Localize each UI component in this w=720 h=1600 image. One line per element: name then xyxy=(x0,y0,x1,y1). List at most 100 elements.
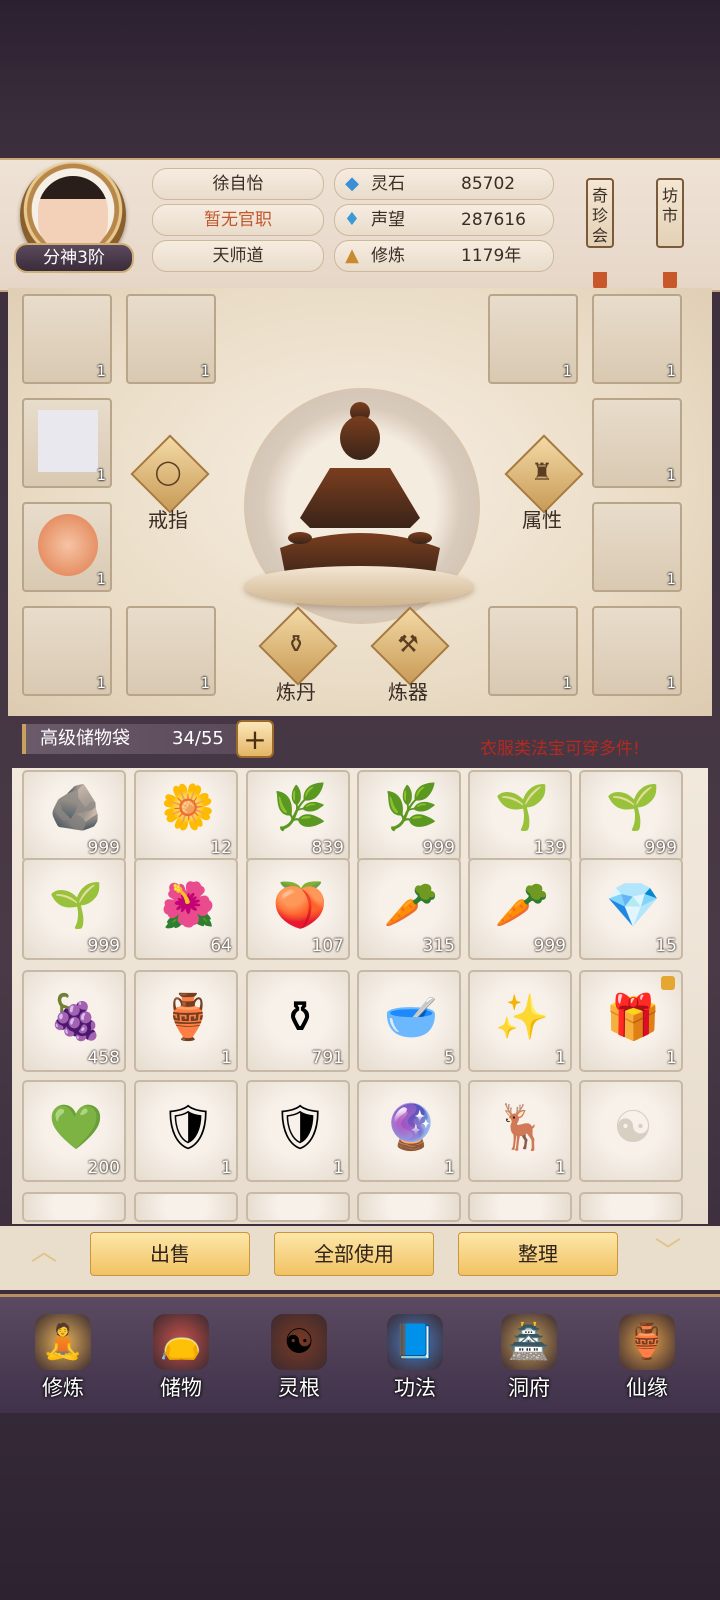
cultivation-icon: ▲ xyxy=(345,245,359,266)
dragon-ring-icon xyxy=(38,514,98,576)
inventory-slot[interactable]: 🛡 1 xyxy=(134,1080,238,1182)
item-count: 999 xyxy=(422,838,455,858)
armor-icon xyxy=(38,306,98,368)
treasure-fair-button[interactable]: 奇珍会 xyxy=(586,178,614,248)
avatar[interactable] xyxy=(38,176,108,252)
item-count: 1 xyxy=(666,1048,677,1068)
talisman-icon: 🔮 xyxy=(383,1102,439,1153)
item-count: 64 xyxy=(210,936,232,956)
use-all-button[interactable]: 全部使用 xyxy=(274,1232,434,1276)
equipment-slot[interactable]: 1 xyxy=(22,398,112,488)
inventory-slot[interactable]: 🍑 107 xyxy=(246,858,350,960)
spirit-root-icon: ☯ xyxy=(271,1314,327,1370)
equipment-slot[interactable]: 1 xyxy=(22,294,112,384)
official-title[interactable]: 暂无官职 xyxy=(152,204,324,236)
item-count: 1 xyxy=(666,362,676,380)
armor-icon xyxy=(142,306,202,368)
equipment-slot[interactable]: 1 xyxy=(126,294,216,384)
scroll-down-arrow-icon[interactable]: ﹀ xyxy=(648,1239,688,1265)
nav-item-6[interactable]: 🏺 仙缘 xyxy=(592,1298,702,1414)
purple-berry-icon: 🍇 xyxy=(48,992,104,1043)
inventory-slot[interactable] xyxy=(579,1192,683,1222)
nav-label: 灵根 xyxy=(278,1376,320,1400)
inventory-slot[interactable]: 🌱 139 xyxy=(468,770,572,862)
scroll-up-arrow-icon[interactable]: ︿ xyxy=(24,1239,64,1265)
equipment-slot[interactable]: 1 xyxy=(22,606,112,696)
inventory-slot[interactable] xyxy=(468,1192,572,1222)
inventory-slot[interactable]: 🌿 839 xyxy=(246,770,350,862)
lock-icon xyxy=(661,976,675,990)
meditating-figure-silhouette xyxy=(280,402,440,581)
inventory-slot[interactable]: ⚱ 791 xyxy=(246,970,350,1072)
inventory-slot[interactable]: 🪨 999 xyxy=(22,770,126,862)
resource-value: 85702 xyxy=(461,174,516,194)
inventory-slot[interactable]: 💚 200 xyxy=(22,1080,126,1182)
inventory-slot[interactable]: 🌼 12 xyxy=(134,770,238,862)
player-name: 徐自怡 xyxy=(152,168,324,200)
inventory-slot[interactable] xyxy=(134,1192,238,1222)
resource-spirit-stone: ◆ 灵石 85702 xyxy=(334,168,554,200)
equipment-slot[interactable]: 1 xyxy=(488,294,578,384)
item-count: 1 xyxy=(666,570,676,588)
vase-icon: ⚱ xyxy=(281,992,319,1043)
inventory-slot[interactable]: 🥣 5 xyxy=(357,970,461,1072)
item-count: 5 xyxy=(444,1048,455,1068)
storage-bag-icon: 👝 xyxy=(153,1314,209,1370)
inventory-slot[interactable]: 🛡 1 xyxy=(246,1080,350,1182)
equipment-slot[interactable]: 1 xyxy=(592,294,682,384)
nav-label: 修炼 xyxy=(42,1376,84,1400)
sort-button[interactable]: 整理 xyxy=(458,1232,618,1276)
item-count: 1 xyxy=(200,362,210,380)
spirit-bowl-icon: 🥣 xyxy=(383,992,439,1043)
inventory-slot[interactable]: 🥕 315 xyxy=(357,858,461,960)
nav-item-5[interactable]: 🏯 洞府 xyxy=(474,1298,584,1414)
inventory-slot[interactable]: 🦌 1 xyxy=(468,1080,572,1182)
inventory-slot[interactable] xyxy=(357,1192,461,1222)
reputation-icon: ♦ xyxy=(343,209,361,230)
armor-icon xyxy=(608,514,668,576)
inventory-slot[interactable]: 🌱 999 xyxy=(22,858,126,960)
equipment-slot[interactable]: 1 xyxy=(22,502,112,592)
inventory-slot[interactable]: ✨ 1 xyxy=(468,970,572,1072)
inventory-slot[interactable]: 🌿 999 xyxy=(357,770,461,862)
inventory-slot[interactable]: 💎 15 xyxy=(579,858,683,960)
item-count: 458 xyxy=(87,1048,120,1068)
equipment-slot[interactable]: 1 xyxy=(126,606,216,696)
bag-name: 高级储物袋 xyxy=(40,728,130,749)
armor-icon xyxy=(608,306,668,368)
resource-label: 灵石 xyxy=(371,174,405,194)
armor-icon xyxy=(608,410,668,472)
herb-root-icon: 🌱 xyxy=(494,782,550,833)
equipment-slot[interactable]: 1 xyxy=(592,606,682,696)
inventory-slot[interactable]: 🍇 458 xyxy=(22,970,126,1072)
inventory-slot[interactable]: 🎁 1 xyxy=(579,970,683,1072)
inventory-slot[interactable]: 🥕 999 xyxy=(468,858,572,960)
item-count: 1 xyxy=(444,1158,455,1178)
nav-label: 仙缘 xyxy=(626,1376,668,1400)
inventory-slot[interactable]: ☯ xyxy=(579,1080,683,1182)
market-button[interactable]: 坊市 xyxy=(656,178,684,248)
inventory-slot[interactable]: 🔮 1 xyxy=(357,1080,461,1182)
armor-icon xyxy=(608,618,668,680)
inventory-slot[interactable] xyxy=(246,1192,350,1222)
inventory-slot[interactable]: 🌱 999 xyxy=(579,770,683,862)
item-count: 1 xyxy=(333,1158,344,1178)
inventory-slot[interactable] xyxy=(22,1192,126,1222)
item-count: 1 xyxy=(221,1048,232,1068)
deer-icon: 🦌 xyxy=(494,1102,550,1153)
item-count: 999 xyxy=(644,838,677,858)
inventory-slot[interactable]: 🏺 1 xyxy=(134,970,238,1072)
sell-button[interactable]: 出售 xyxy=(90,1232,250,1276)
equipment-slot[interactable]: 1 xyxy=(592,398,682,488)
item-count: 315 xyxy=(422,936,455,956)
armor-icon xyxy=(142,618,202,680)
nav-item-4[interactable]: 📘 功法 xyxy=(360,1298,470,1414)
equipment-slot[interactable]: 1 xyxy=(592,502,682,592)
inventory-slot[interactable]: 🌺 64 xyxy=(134,858,238,960)
nav-item-1[interactable]: 🧘 修炼 xyxy=(8,1298,118,1414)
nav-item-3[interactable]: ☯ 灵根 xyxy=(244,1298,354,1414)
nav-item-2[interactable]: 👝 储物 xyxy=(126,1298,236,1414)
red-root-icon: 🥕 xyxy=(383,880,439,931)
expand-bag-button[interactable]: + xyxy=(236,720,274,758)
equipment-slot[interactable]: 1 xyxy=(488,606,578,696)
